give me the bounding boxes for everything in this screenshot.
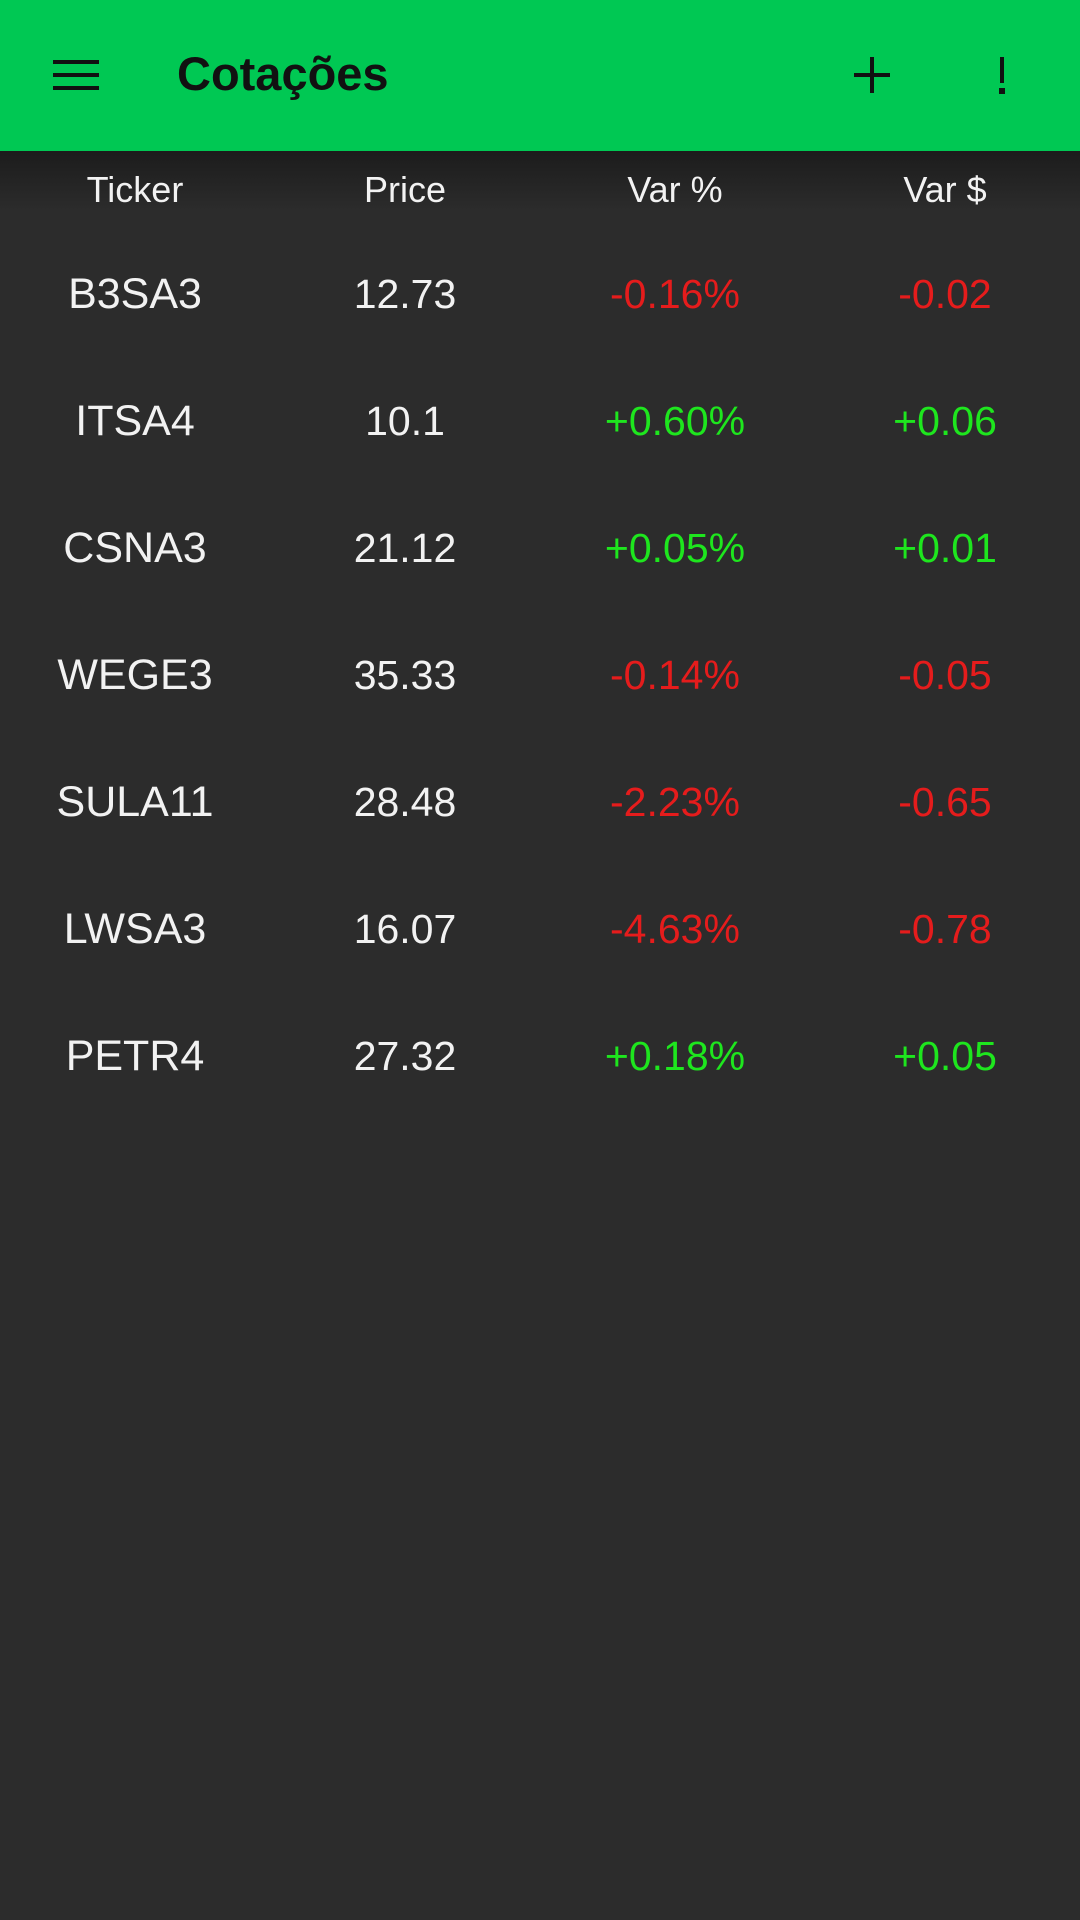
add-button[interactable] <box>836 36 908 114</box>
var-percent-cell: -2.23% <box>610 778 740 825</box>
menu-button[interactable] <box>40 36 112 114</box>
price-cell: 28.48 <box>353 778 457 825</box>
price-cell: 10.1 <box>365 397 445 444</box>
var-percent-cell: -0.14% <box>610 651 740 698</box>
var-value-cell: -0.78 <box>898 905 992 952</box>
menu-icon <box>53 60 99 90</box>
var-value-cell: -0.02 <box>898 270 992 317</box>
header-ticker: Ticker <box>86 169 184 210</box>
table-row[interactable]: LWSA3 16.07 -4.63% -0.78 <box>0 865 1080 992</box>
var-value-cell: -0.65 <box>898 778 992 825</box>
var-value-cell: +0.01 <box>893 524 997 571</box>
price-cell: 12.73 <box>353 270 457 317</box>
ticker-cell: SULA11 <box>56 777 214 826</box>
var-percent-cell: +0.18% <box>604 1032 746 1079</box>
add-icon <box>836 36 908 114</box>
ticker-cell: WEGE3 <box>57 650 213 699</box>
table-row[interactable]: ITSA4 10.1 +0.60% +0.06 <box>0 357 1080 484</box>
price-cell: 35.33 <box>353 651 457 698</box>
header-price: Price <box>363 169 447 210</box>
table-row[interactable]: SULA11 28.48 -2.23% -0.65 <box>0 738 1080 865</box>
var-percent-cell: -0.16% <box>610 270 740 317</box>
app-bar: Cotações <box>0 0 1080 151</box>
price-cell: 21.12 <box>353 524 457 571</box>
ticker-cell: LWSA3 <box>63 904 207 953</box>
price-cell: 16.07 <box>353 905 457 952</box>
table-row[interactable]: CSNA3 21.12 +0.05% +0.01 <box>0 484 1080 611</box>
ticker-cell: CSNA3 <box>63 523 207 572</box>
table-row[interactable]: PETR4 27.32 +0.18% +0.05 <box>0 992 1080 1119</box>
header-var-percent: Var % <box>627 169 723 210</box>
quote-list: B3SA3 12.73 -0.16% -0.02 ITSA4 10.1 +0.6… <box>0 230 1080 1119</box>
table-row[interactable]: WEGE3 35.33 -0.14% -0.05 <box>0 611 1080 738</box>
price-cell: 27.32 <box>353 1032 457 1079</box>
header-var-value: Var $ <box>903 169 987 210</box>
table-row[interactable]: B3SA3 12.73 -0.16% -0.02 <box>0 230 1080 357</box>
info-button[interactable] <box>970 36 1034 114</box>
page-title: Cotações <box>177 47 389 100</box>
var-percent-cell: +0.60% <box>604 397 746 444</box>
ticker-cell: ITSA4 <box>75 396 195 445</box>
ticker-cell: B3SA3 <box>68 269 202 318</box>
var-value-cell: -0.05 <box>898 651 992 698</box>
ticker-cell: PETR4 <box>65 1031 205 1080</box>
var-value-cell: +0.05 <box>893 1032 997 1079</box>
table-header: Ticker Price Var % Var $ <box>0 165 1080 215</box>
var-percent-cell: +0.05% <box>604 524 746 571</box>
var-percent-cell: -4.63% <box>610 905 740 952</box>
var-value-cell: +0.06 <box>893 397 997 444</box>
